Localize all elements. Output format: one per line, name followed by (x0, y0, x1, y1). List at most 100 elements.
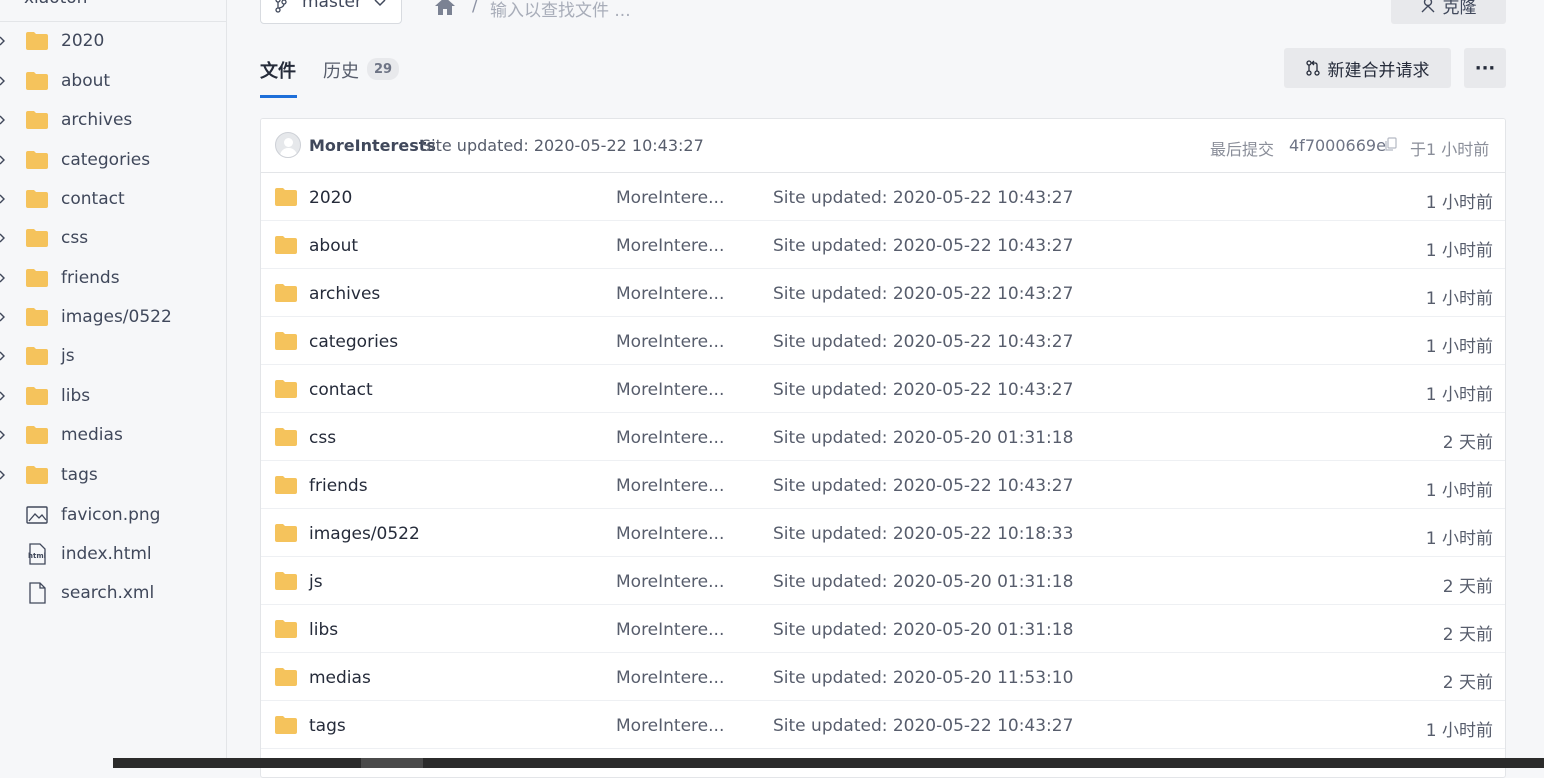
table-row[interactable]: 2020 MoreIntere... Site updated: 2020-05… (261, 173, 1505, 221)
tree-item-libs[interactable]: libs (0, 378, 226, 414)
file-author[interactable]: MoreIntere... (616, 524, 724, 544)
chevron-right-icon[interactable] (0, 233, 7, 243)
file-search-input[interactable]: 输入以查找文件 ... (490, 0, 631, 21)
tree-item-label: friends (61, 268, 120, 288)
chevron-right-icon[interactable] (0, 76, 7, 86)
tree-item-search-xml[interactable]: search.xml (0, 575, 226, 611)
tab-files[interactable]: 文件 (260, 57, 296, 83)
chevron-right-icon[interactable] (0, 115, 7, 125)
chevron-right-icon[interactable] (0, 194, 7, 204)
file-name[interactable]: js (309, 572, 323, 592)
file-commit-message[interactable]: Site updated: 2020-05-22 10:18:33 (773, 524, 1073, 544)
file-name[interactable]: tags (309, 716, 346, 736)
tab-history[interactable]: 历史 (323, 57, 359, 83)
file-name[interactable]: categories (309, 332, 398, 352)
file-author[interactable]: MoreIntere... (616, 668, 724, 688)
file-commit-message[interactable]: Site updated: 2020-05-20 01:31:18 (773, 572, 1073, 592)
table-row[interactable]: css MoreIntere... Site updated: 2020-05-… (261, 413, 1505, 461)
table-row[interactable]: categories MoreIntere... Site updated: 2… (261, 317, 1505, 365)
table-row[interactable]: js MoreIntere... Site updated: 2020-05-2… (261, 557, 1505, 605)
tree-item-medias[interactable]: medias (0, 417, 226, 453)
tree-item-archives[interactable]: archives (0, 102, 226, 138)
tree-item-contact[interactable]: contact (0, 181, 226, 217)
more-actions-button[interactable]: ··· (1464, 48, 1506, 88)
file-author[interactable]: MoreIntere... (616, 380, 724, 400)
file-commit-message[interactable]: Site updated: 2020-05-22 10:43:27 (773, 716, 1073, 736)
commit-message[interactable]: Site updated: 2020-05-22 10:43:27 (421, 136, 704, 155)
file-commit-message[interactable]: Site updated: 2020-05-22 10:43:27 (773, 284, 1073, 304)
table-row[interactable]: archives MoreIntere... Site updated: 202… (261, 269, 1505, 317)
commit-author[interactable]: MoreInterests (309, 136, 436, 155)
tree-item-index-html[interactable]: html index.html (0, 536, 226, 572)
chevron-right-icon[interactable] (0, 351, 7, 361)
file-commit-message[interactable]: Site updated: 2020-05-22 10:43:27 (773, 476, 1073, 496)
chevron-right-icon[interactable] (0, 470, 7, 480)
folder-icon (26, 72, 48, 90)
file-name[interactable]: archives (309, 284, 380, 304)
breadcrumb-separator: / (472, 0, 478, 16)
file-time: 2 天前 (1442, 577, 1493, 597)
file-author[interactable]: MoreIntere... (616, 284, 724, 304)
table-row[interactable]: tags MoreIntere... Site updated: 2020-05… (261, 701, 1505, 749)
file-author[interactable]: MoreIntere... (616, 620, 724, 640)
tree-item-about[interactable]: about (0, 63, 226, 99)
taskbar-active-item[interactable] (361, 758, 423, 768)
file-name[interactable]: friends (309, 476, 368, 496)
tree-item-label: search.xml (61, 583, 155, 603)
file-author[interactable]: MoreIntere... (616, 428, 724, 448)
table-row[interactable]: friends MoreIntere... Site updated: 2020… (261, 461, 1505, 509)
tree-item-2020[interactable]: 2020 (0, 23, 226, 59)
chevron-right-icon[interactable] (0, 430, 7, 440)
table-row[interactable]: contact MoreIntere... Site updated: 2020… (261, 365, 1505, 413)
tree-item-label: about (61, 71, 111, 91)
file-name[interactable]: css (309, 428, 336, 448)
chevron-right-icon[interactable] (0, 273, 7, 283)
copy-icon[interactable] (1385, 137, 1397, 151)
tree-item-js[interactable]: js (0, 338, 226, 374)
file-author[interactable]: MoreIntere... (616, 236, 724, 256)
tree-item-tags[interactable]: tags (0, 457, 226, 493)
file-name[interactable]: libs (309, 620, 338, 640)
file-name[interactable]: medias (309, 668, 371, 688)
file-commit-message[interactable]: Site updated: 2020-05-22 10:43:27 (773, 188, 1073, 208)
file-name[interactable]: contact (309, 380, 373, 400)
chevron-right-icon[interactable] (0, 36, 7, 46)
tree-item-label: medias (61, 425, 123, 445)
tree-item-label: favicon.png (61, 505, 161, 525)
avatar[interactable] (275, 132, 301, 158)
file-name[interactable]: about (309, 236, 358, 256)
file-author[interactable]: MoreIntere... (616, 572, 724, 592)
tree-item-friends[interactable]: friends (0, 260, 226, 296)
branch-selector[interactable]: master (260, 0, 402, 24)
home-icon[interactable] (434, 0, 456, 16)
tree-item-favicon[interactable]: favicon.png (0, 497, 226, 533)
file-time: 1 小时前 (1425, 721, 1493, 741)
chevron-right-icon[interactable] (0, 312, 7, 322)
tree-item-images[interactable]: images/0522 (0, 299, 226, 335)
tree-item-css[interactable]: css (0, 220, 226, 256)
chevron-right-icon[interactable] (0, 391, 7, 401)
table-row[interactable]: images/0522 MoreIntere... Site updated: … (261, 509, 1505, 557)
tree-item-categories[interactable]: categories (0, 142, 226, 178)
table-row[interactable]: medias MoreIntere... Site updated: 2020-… (261, 653, 1505, 701)
commit-hash[interactable]: 4f7000669e (1289, 136, 1386, 155)
table-row[interactable]: libs MoreIntere... Site updated: 2020-05… (261, 605, 1505, 653)
file-author[interactable]: MoreIntere... (616, 476, 724, 496)
file-commit-message[interactable]: Site updated: 2020-05-22 10:43:27 (773, 332, 1073, 352)
repo-name[interactable]: xiaoton (24, 0, 87, 8)
file-commit-message[interactable]: Site updated: 2020-05-20 01:31:18 (773, 620, 1073, 640)
new-merge-request-button[interactable]: 新建合并请求 (1284, 48, 1451, 88)
file-commit-message[interactable]: Site updated: 2020-05-22 10:43:27 (773, 236, 1073, 256)
clone-button[interactable]: 克隆 (1391, 0, 1506, 24)
table-row[interactable]: about MoreIntere... Site updated: 2020-0… (261, 221, 1505, 269)
commit-time: 于1 小时前 (1410, 140, 1490, 159)
file-commit-message[interactable]: Site updated: 2020-05-22 10:43:27 (773, 380, 1073, 400)
file-author[interactable]: MoreIntere... (616, 716, 724, 736)
file-author[interactable]: MoreIntere... (616, 332, 724, 352)
file-author[interactable]: MoreIntere... (616, 188, 724, 208)
file-commit-message[interactable]: Site updated: 2020-05-20 01:31:18 (773, 428, 1073, 448)
file-name[interactable]: images/0522 (309, 524, 420, 544)
file-commit-message[interactable]: Site updated: 2020-05-20 11:53:10 (773, 668, 1073, 688)
chevron-right-icon[interactable] (0, 155, 7, 165)
file-name[interactable]: 2020 (309, 188, 352, 208)
